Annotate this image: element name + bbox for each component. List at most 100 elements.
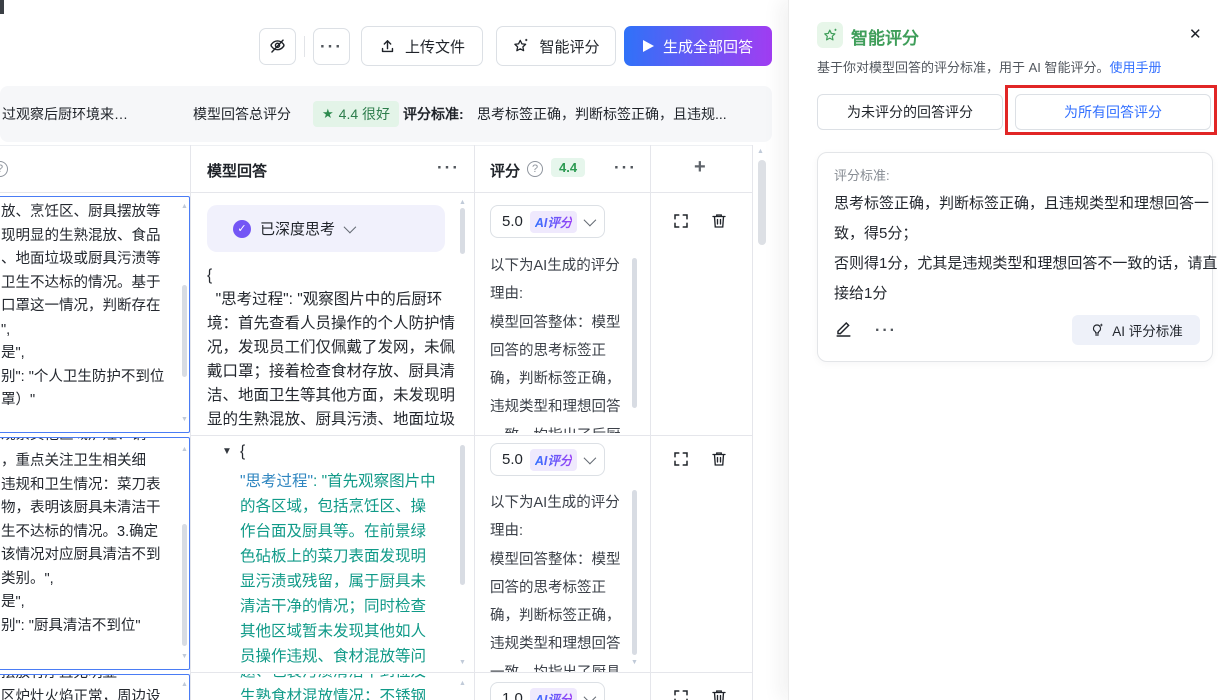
json-collapse-toggle[interactable]: ▼ xyxy=(222,446,232,457)
hide-columns-button[interactable] xyxy=(259,28,296,65)
model-answer-header: 模型回答 xyxy=(207,160,267,181)
close-panel-icon[interactable]: ✕ xyxy=(1189,25,1202,43)
cell-scroll-down-icon[interactable]: ▼ xyxy=(181,653,188,660)
toolbar-divider xyxy=(304,36,305,57)
smart-score-button[interactable]: 智能评分 xyxy=(496,26,616,66)
model-answer-column-menu[interactable]: ··· xyxy=(437,158,460,178)
edit-criteria-button[interactable] xyxy=(834,319,853,343)
check-circle-icon: ✓ xyxy=(233,220,251,238)
score-cell-row2: 5.0 AI评分 以下为AI生成的评分 理由: 模型回答整体：模型 回答的思考标… xyxy=(476,437,650,672)
row-divider-2 xyxy=(190,672,753,673)
cell-scrollbar[interactable] xyxy=(460,445,465,585)
criteria-label: 评分标准: xyxy=(403,104,464,124)
clipped-line: 观察其他区域炉灶、锅 xyxy=(1,437,146,448)
chevron-down-icon xyxy=(344,221,357,234)
model-answer-cell-row3[interactable]: 题、包装污渍清洁不到位及 生熟食材混放情况；不锈钢 ▲ xyxy=(193,674,473,700)
add-column-button[interactable]: + xyxy=(694,156,706,179)
eye-off-icon xyxy=(268,37,287,56)
clipped-line: 摆放有序且无明显 xyxy=(1,674,117,685)
row-divider-1 xyxy=(190,435,753,436)
question-cell-row3[interactable]: 摆放有序且无明显 区炉灶火焰正常，周边设 ▲ xyxy=(0,674,190,700)
score-help-icon: ? xyxy=(527,161,543,177)
cell-scroll-up-icon[interactable]: ▲ xyxy=(459,680,466,687)
trash-icon xyxy=(710,212,728,230)
fullscreen-icon xyxy=(672,212,690,230)
criteria-card-label: 评分标准: xyxy=(834,165,890,184)
score-unrated-button[interactable]: 为未评分的回答评分 xyxy=(817,94,1003,130)
more-actions-button[interactable]: ··· xyxy=(313,28,350,65)
expand-row-button-row1[interactable] xyxy=(672,212,690,235)
user-manual-link[interactable]: 使用手册 xyxy=(1110,60,1162,75)
score-average-badge: 4.4 xyxy=(551,158,585,177)
criteria-card-text: 思考标签正确，判断标签正确，且违规类型和理想回答一 致，得5分； 否则得1分，尤… xyxy=(834,189,1217,309)
smart-scoring-panel: 智能评分 ✕ 基于你对模型回答的评分标准，用于 AI 智能评分。使用手册 为未评… xyxy=(788,0,1226,700)
delete-row-button-row1[interactable] xyxy=(710,212,728,235)
deep-thinking-toggle[interactable]: ✓ 已深度思考 xyxy=(207,205,445,252)
delete-row-button-row2[interactable] xyxy=(710,450,728,473)
model-answer-cell-row1[interactable]: ✓ 已深度思考 { "思考过程": "观察图片中的后厨环 境：首先查看人员操作的… xyxy=(193,194,473,433)
smart-score-panel-icon xyxy=(817,22,843,48)
expand-row-button-row2[interactable] xyxy=(672,450,690,473)
answer-summary-strip: 过观察后厨环境来判断... 模型回答总评分 ★ 4.4 很好 评分标准: 思考标… xyxy=(0,86,772,142)
upload-file-button[interactable]: 上传文件 xyxy=(361,26,483,66)
chevron-down-icon xyxy=(584,452,597,465)
upload-icon xyxy=(379,38,396,55)
question-cell-row2[interactable]: 观察其他区域炉灶、锅 ，重点关注卫生相关细 违规和卫生情况：菜刀表 物，表明该厨… xyxy=(0,437,190,670)
score-value: 1.0 xyxy=(502,690,523,700)
model-answer-cell-row2[interactable]: ▼ { "思考过程": "首先观察图片中 的各区域，包括烹饪区、操 作台面及厨具… xyxy=(193,437,473,672)
criteria-more-button[interactable]: ··· xyxy=(875,322,897,340)
play-icon xyxy=(643,40,654,52)
cell-scrollbar[interactable] xyxy=(182,285,187,377)
question-cell-row1[interactable]: 放、烹饪区、厨具摆放等 现明显的生熟混放、食品 、地面垃圾或厨具污渍等 卫生不达… xyxy=(0,196,190,433)
trash-icon xyxy=(710,688,728,700)
cell-scroll-up-icon[interactable]: ▲ xyxy=(181,681,188,688)
score-value: 5.0 xyxy=(502,451,523,468)
pencil-icon xyxy=(834,319,853,338)
cell-scroll-down-icon[interactable]: ▼ xyxy=(631,659,638,666)
json-open-brace: { xyxy=(240,443,245,461)
deep-thinking-label: 已深度思考 xyxy=(260,218,335,239)
col-divider-4 xyxy=(752,145,753,700)
generate-all-answers-button[interactable]: 生成全部回答 xyxy=(624,26,772,66)
score-dropdown-row3[interactable]: 1.0 AI评分 xyxy=(490,682,605,700)
ai-score-tag: AI评分 xyxy=(530,449,578,471)
score-header: 评分 xyxy=(490,160,520,181)
score-reason-row2: 以下为AI生成的评分 理由: 模型回答整体：模型 回答的思考标签正 确，判断标签… xyxy=(490,489,621,672)
score-all-button[interactable]: 为所有回答评分 xyxy=(1015,94,1211,130)
smart-score-label: 智能评分 xyxy=(539,36,599,57)
chevron-down-icon xyxy=(584,691,597,700)
delete-row-button-row3[interactable] xyxy=(710,688,728,700)
cell-scroll-up-icon[interactable]: ▲ xyxy=(181,446,188,453)
table-scroll-up-icon[interactable]: ▲ xyxy=(757,148,764,155)
trash-icon xyxy=(710,450,728,468)
star-sparkle-icon xyxy=(822,27,839,44)
cropped-edge-mark xyxy=(0,0,4,14)
question-column-help-icon: ? xyxy=(0,161,8,177)
cell-scrollbar[interactable] xyxy=(632,258,637,408)
score-cell-row3: 1.0 AI评分 xyxy=(476,674,650,700)
expand-row-button-row3[interactable] xyxy=(672,688,690,700)
question-preview: 过观察后厨环境来判断... xyxy=(2,104,136,124)
score-dropdown-row1[interactable]: 5.0 AI评分 xyxy=(490,205,605,238)
panel-subtitle: 基于你对模型回答的评分标准，用于 AI 智能评分。使用手册 xyxy=(817,57,1162,76)
score-dropdown-row2[interactable]: 5.0 AI评分 xyxy=(490,443,605,476)
cell-scroll-up-icon[interactable]: ▲ xyxy=(459,199,466,206)
ai-criteria-button[interactable]: AI 评分标准 xyxy=(1072,315,1200,345)
green-star-icon: ★ xyxy=(322,106,334,122)
fullscreen-icon xyxy=(672,450,690,468)
cell-scroll-up-icon[interactable]: ▲ xyxy=(181,203,188,210)
cell-scroll-down-icon[interactable]: ▼ xyxy=(459,659,466,666)
cell-scrollbar[interactable] xyxy=(632,490,637,655)
score-column-menu[interactable]: ··· xyxy=(614,158,637,178)
cell-scrollbar[interactable] xyxy=(460,208,465,254)
cell-scrollbar[interactable] xyxy=(182,524,187,646)
score-cell-row1: 5.0 AI评分 以下为AI生成的评分 理由: 模型回答整体：模型 回答的思考标… xyxy=(476,194,650,433)
question-cell-row1-text: 放、烹饪区、厨具摆放等 现明显的生熟混放、食品 、地面垃圾或厨具污渍等 卫生不达… xyxy=(1,201,164,413)
ai-score-tag: AI评分 xyxy=(530,688,578,700)
panel-title: 智能评分 xyxy=(851,24,919,49)
cell-scroll-down-icon[interactable]: ▼ xyxy=(181,416,188,423)
table-scrollbar[interactable] xyxy=(758,160,766,245)
clipped-line: 题、包装污渍清洁不到位及 xyxy=(240,674,426,684)
bulb-sparkle-icon xyxy=(1089,322,1105,338)
total-score-label: 模型回答总评分 xyxy=(193,104,291,124)
